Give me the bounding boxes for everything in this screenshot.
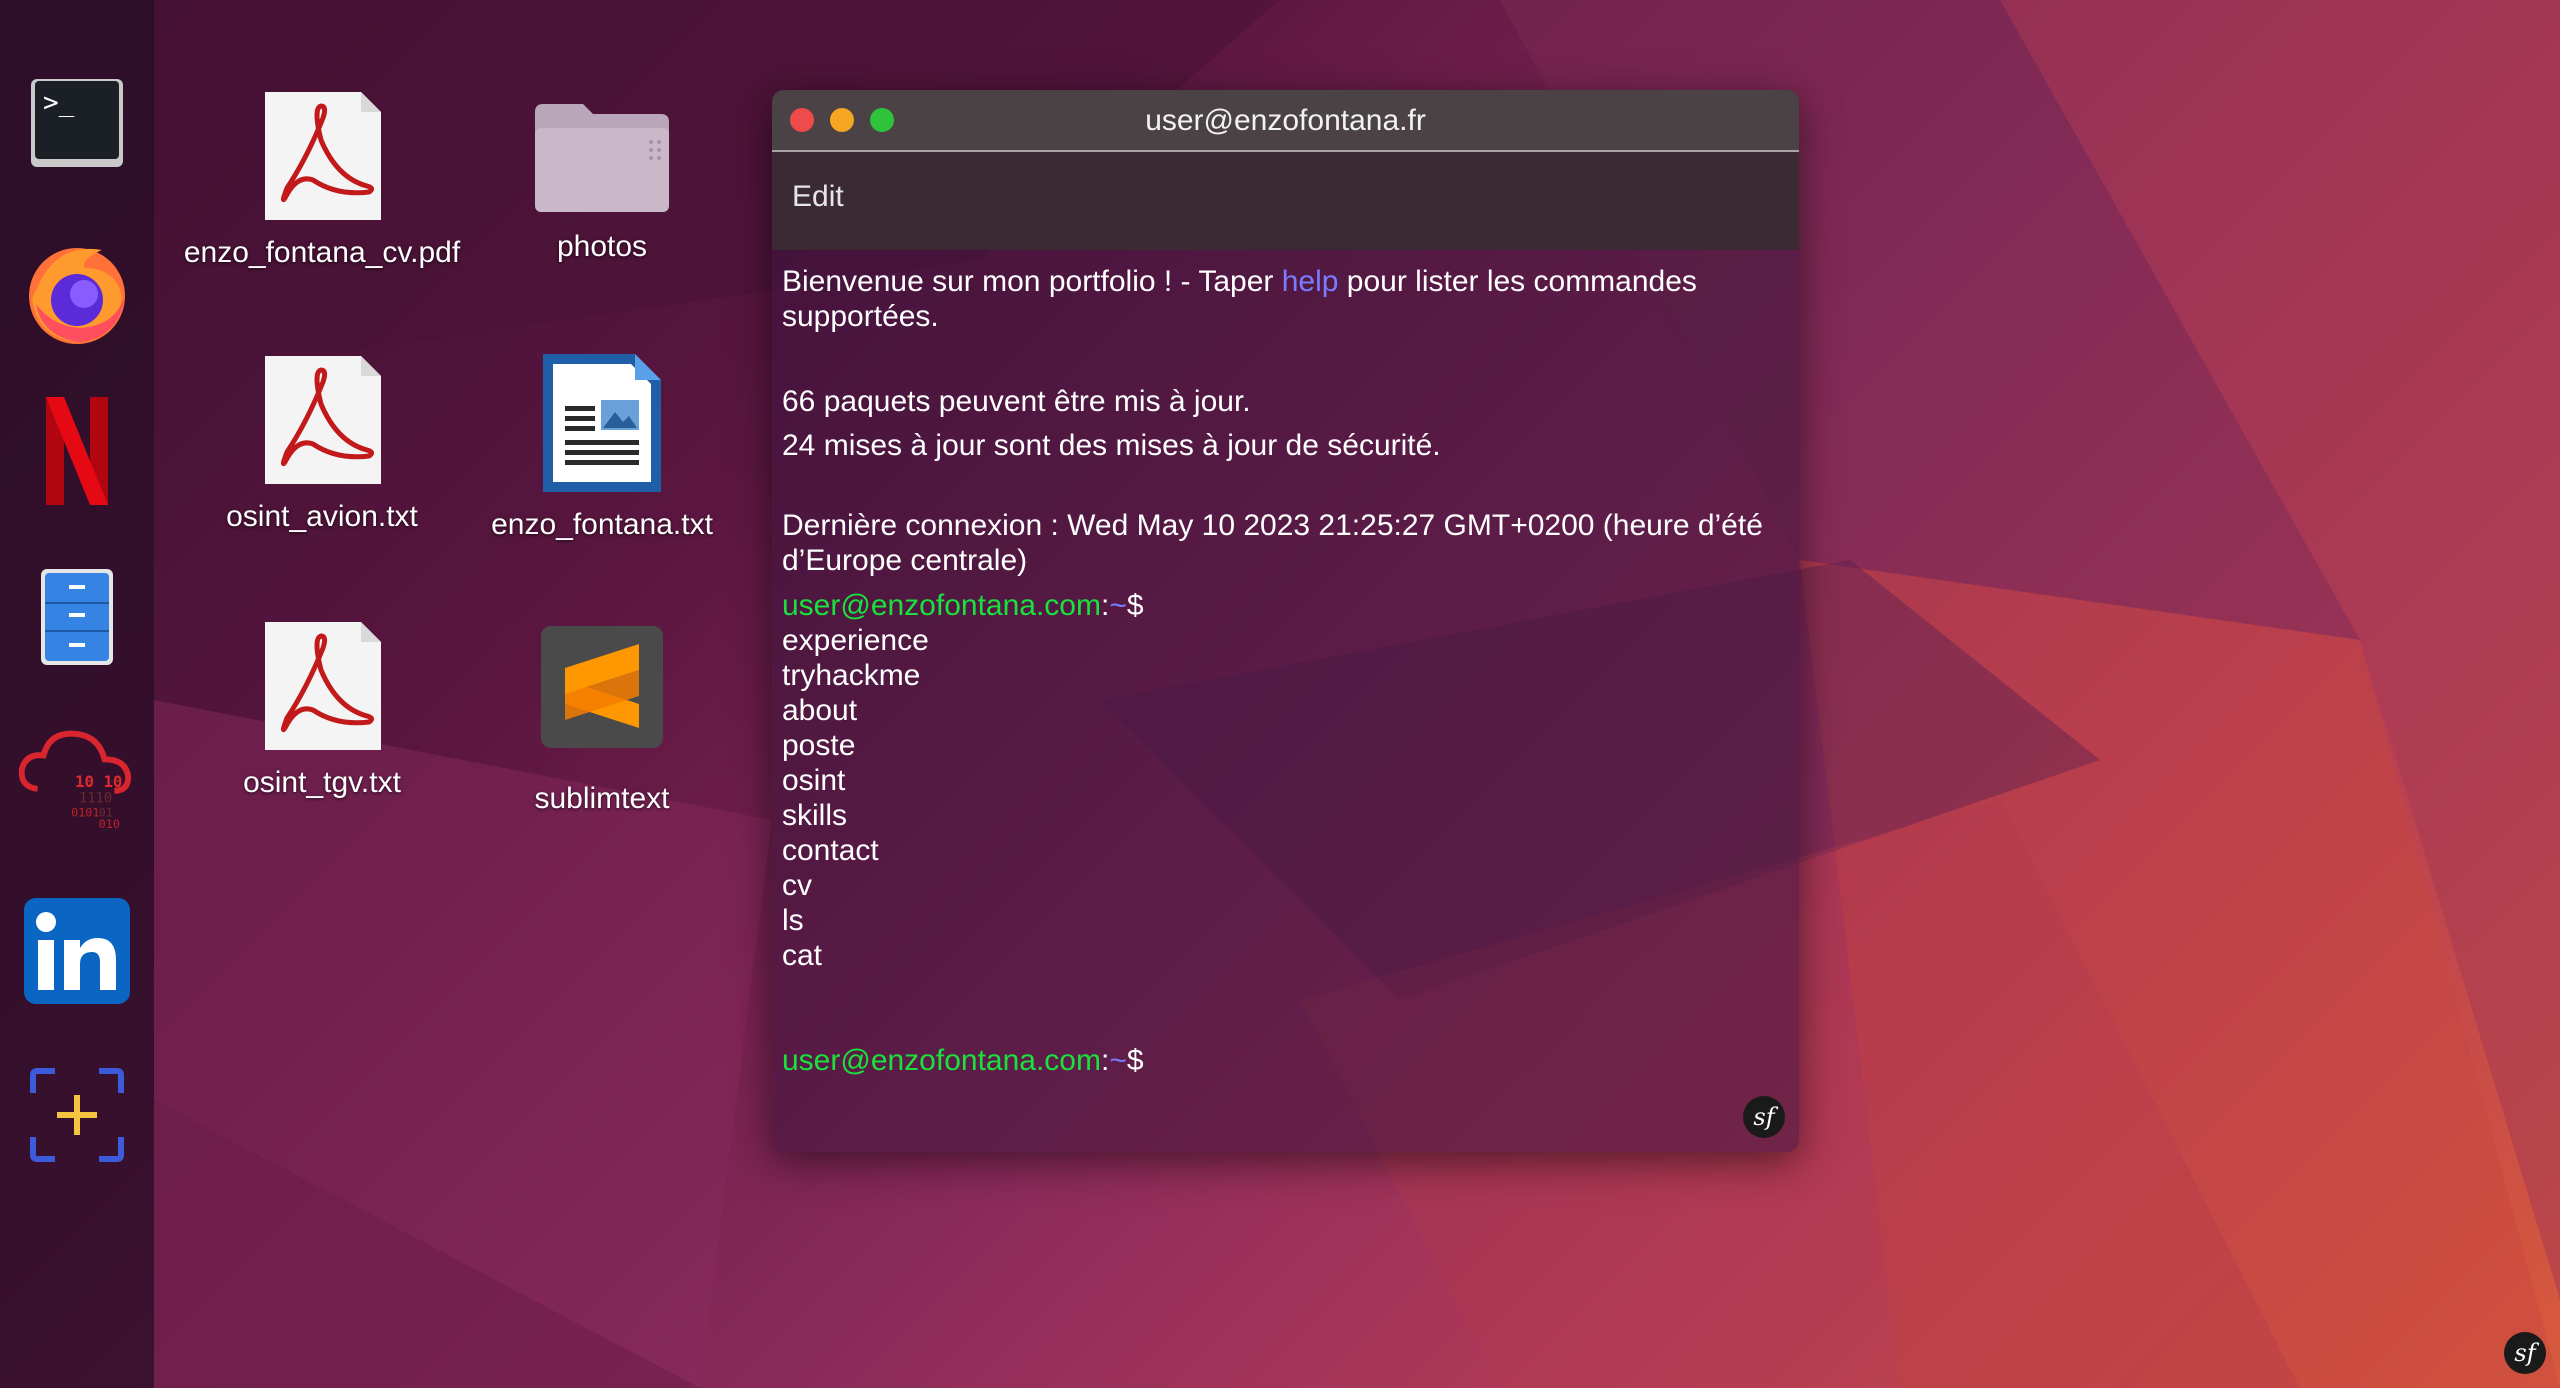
prompt-user: user@enzofontana.com	[782, 1044, 1101, 1077]
symfony-icon: sf	[1743, 1096, 1785, 1138]
sublime-text-icon	[541, 626, 663, 748]
pdf-icon	[265, 622, 381, 750]
desktop-icon-enzo-fontana-txt[interactable]: enzo_fontana.txt	[452, 350, 752, 542]
last-login: Dernière connexion : Wed May 10 2023 21:…	[782, 509, 1763, 577]
desktop-icon-osint-avion[interactable]: osint_avion.txt	[172, 352, 472, 534]
terminal-menubar: Edit	[772, 152, 1799, 250]
desktop-icon-label: osint_tgv.txt	[243, 766, 401, 799]
pdf-icon	[265, 92, 381, 220]
desktop-icon-label: osint_avion.txt	[226, 500, 418, 533]
netflix-icon	[46, 397, 108, 505]
terminal-icon: >_	[31, 79, 123, 167]
svg-text:1110: 1110	[79, 791, 112, 807]
prompt-user: user@enzofontana.com	[782, 589, 1101, 622]
pdf-icon	[265, 356, 381, 484]
prompt-line-active[interactable]: user@enzofontana.com:~$	[782, 1043, 1789, 1078]
list-item: skills	[782, 799, 847, 832]
svg-text:010: 010	[99, 817, 120, 831]
dock-item-linkedin[interactable]	[16, 890, 138, 1012]
desktop-icon-label: enzo_fontana.txt	[491, 508, 713, 541]
prompt-symbol: $	[1126, 589, 1144, 622]
list-item: tryhackme	[782, 659, 921, 692]
desktop-icon-label: enzo_fontana_cv.pdf	[183, 236, 461, 269]
prompt-path: ~	[1109, 589, 1127, 622]
writer-document-icon	[543, 354, 661, 492]
dock-item-cloud-binary[interactable]: 10 10 1110 0101 01 010	[16, 720, 138, 842]
linkedin-icon	[24, 898, 130, 1004]
list-item: cat	[782, 939, 823, 972]
dock-item-screenshot-add[interactable]	[16, 1054, 138, 1176]
prompt-path: ~	[1109, 1044, 1127, 1077]
command-list: experience tryhackme about poste osint s…	[782, 623, 1789, 973]
window-title: user@enzofontana.fr	[1145, 104, 1426, 137]
svg-text:10 10: 10 10	[75, 772, 122, 791]
cloud-binary-icon: 10 10 1110 0101 01 010	[18, 730, 132, 831]
list-item: osint	[782, 764, 846, 797]
firefox-icon	[29, 248, 125, 344]
updates-line-2: 24 mises à jour sont des mises à jour de…	[782, 429, 1441, 462]
list-item: contact	[782, 834, 879, 867]
desktop-icon-sublimtext[interactable]: sublimtext	[452, 624, 752, 816]
menu-edit[interactable]: Edit	[792, 180, 844, 214]
svg-text:0101: 0101	[71, 805, 99, 819]
screenshot-add-icon	[30, 1068, 124, 1162]
folder-icon	[535, 104, 669, 212]
dock-item-netflix[interactable]	[16, 390, 138, 512]
terminal-window[interactable]: user@enzofontana.fr Edit Bienvenue sur m…	[772, 90, 1799, 1152]
dock-item-terminal[interactable]: >_	[16, 60, 138, 182]
desktop-icon-osint-tgv[interactable]: osint_tgv.txt	[172, 618, 472, 800]
desktop-icon-photos[interactable]: photos	[452, 92, 752, 264]
list-item: cv	[782, 869, 812, 902]
symfony-corner-icon: sf	[2504, 1332, 2546, 1374]
prompt-symbol: $	[1126, 1044, 1144, 1077]
welcome-message: Bienvenue sur mon portfolio ! - Taper he…	[782, 264, 1789, 334]
welcome-prefix: Bienvenue sur mon portfolio ! - Taper	[782, 265, 1282, 298]
dock-item-file-cabinet[interactable]	[16, 556, 138, 678]
list-item: experience	[782, 624, 929, 657]
prompt-line: user@enzofontana.com:~$	[782, 588, 1789, 623]
updates-line-1: 66 paquets peuvent être mis à jour.	[782, 385, 1251, 418]
svg-text:>_: >_	[43, 88, 75, 118]
list-item: ls	[782, 904, 804, 937]
file-cabinet-icon	[41, 569, 113, 665]
desktop-icon-enzo-cv[interactable]: enzo_fontana_cv.pdf	[172, 88, 472, 270]
terminal-output[interactable]: Bienvenue sur mon portfolio ! - Taper he…	[772, 250, 1799, 1078]
desktop-icon-label: photos	[556, 230, 648, 263]
dock-item-firefox[interactable]	[16, 232, 138, 354]
desktop-icon-label: sublimtext	[534, 782, 670, 815]
dock: >_ 10 10 1110 0101 01 010	[0, 0, 154, 1388]
terminal-titlebar[interactable]: user@enzofontana.fr	[772, 90, 1799, 152]
help-command-link[interactable]: help	[1282, 265, 1339, 298]
list-item: about	[782, 694, 858, 727]
list-item: poste	[782, 729, 856, 762]
